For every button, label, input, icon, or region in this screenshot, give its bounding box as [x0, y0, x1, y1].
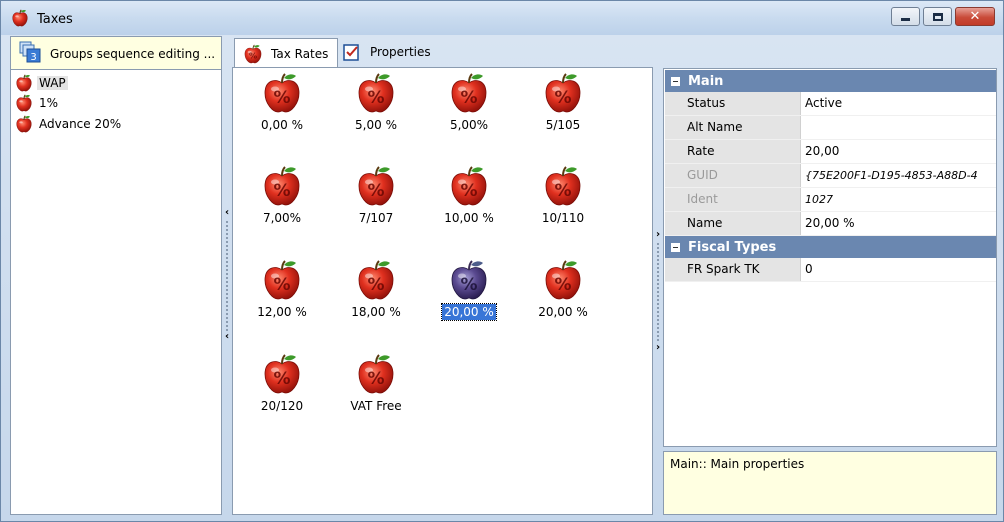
percent-apple-icon: [543, 259, 583, 301]
title-bar[interactable]: Taxes ✕: [1, 1, 1003, 35]
groups-sequence-label: Groups sequence editing ...: [50, 47, 216, 61]
tax-rate-tile[interactable]: 5,00 %: [329, 70, 419, 140]
tree-item-1-percent[interactable]: 1%: [15, 94, 60, 112]
groups-tree: WAP 1% Advance 20%: [10, 69, 222, 515]
property-help-panel: Main:: Main properties: [663, 451, 997, 515]
minimize-button[interactable]: [891, 7, 920, 26]
close-icon: ✕: [969, 9, 981, 24]
percent-apple-icon: [262, 165, 302, 207]
collapse-left-arrow-icon[interactable]: ‹: [223, 207, 231, 219]
category-fiscal-types[interactable]: Fiscal Types: [665, 236, 996, 258]
tax-rates-view: 0,00 % 5,00 % 5,00% 5/105 7,00% 7/107 10…: [232, 67, 653, 515]
apple-icon: [15, 115, 33, 133]
percent-apple-icon: [262, 72, 302, 114]
tab-tax-rates[interactable]: Tax Rates: [234, 38, 338, 68]
percent-apple-icon: [543, 72, 583, 114]
expand-right-arrow-icon-2[interactable]: ›: [654, 342, 662, 354]
minimize-icon: [901, 18, 910, 21]
expand-right-arrow-icon[interactable]: ›: [654, 229, 662, 241]
apple-icon: [15, 94, 33, 112]
percent-apple-icon: [449, 72, 489, 114]
taxes-window: Taxes ✕ 3 Groups sequence editing ... WA…: [0, 0, 1004, 522]
right-splitter[interactable]: › ›: [653, 69, 663, 515]
collapse-minus-icon[interactable]: [671, 76, 680, 86]
tax-rate-tile[interactable]: 5,00%: [422, 70, 512, 140]
splitter-grip: [657, 243, 659, 341]
property-grid: Main Status Active Alt Name Rate 20,00 G…: [663, 68, 997, 447]
property-row-ident[interactable]: Ident 1027: [665, 188, 996, 212]
tax-rate-tile-selected[interactable]: 20,00 %: [422, 257, 512, 327]
percent-apple-selected-icon: [449, 259, 489, 301]
percent-apple-icon: [449, 165, 489, 207]
collapse-left-arrow-icon-2[interactable]: ‹: [223, 331, 231, 343]
groups-sequence-icon: 3: [19, 41, 41, 63]
maximize-icon: [932, 12, 943, 21]
tax-rate-tile[interactable]: 12,00 %: [235, 257, 325, 327]
property-row-status[interactable]: Status Active: [665, 92, 996, 116]
property-row-alt-name[interactable]: Alt Name: [665, 116, 996, 140]
percent-apple-icon: [356, 353, 396, 395]
property-row-guid[interactable]: GUID {75E200F1-D195-4853-A88D-4: [665, 164, 996, 188]
collapse-minus-icon[interactable]: [671, 242, 680, 252]
percent-apple-icon: [543, 165, 583, 207]
percent-apple-icon: [262, 353, 302, 395]
percent-apple-icon: [243, 44, 263, 64]
property-row-rate[interactable]: Rate 20,00: [665, 140, 996, 164]
tax-rate-tile[interactable]: 20/120: [235, 351, 325, 421]
tab-properties[interactable]: Properties: [340, 38, 440, 66]
window-title: Taxes: [37, 12, 73, 27]
apple-icon: [15, 74, 33, 92]
close-button[interactable]: ✕: [955, 7, 995, 26]
percent-apple-icon: [356, 165, 396, 207]
category-main[interactable]: Main: [665, 70, 996, 92]
tax-rate-tile[interactable]: 18,00 %: [329, 257, 419, 327]
tax-rate-tile[interactable]: 5/105: [516, 70, 606, 140]
properties-checklist-icon: [343, 44, 359, 61]
tax-rate-tile[interactable]: 0,00 %: [235, 70, 325, 140]
help-text: Main:: Main properties: [670, 457, 805, 471]
tax-rate-tile[interactable]: 10/110: [516, 163, 606, 233]
percent-apple-icon: [356, 259, 396, 301]
tax-rate-tile[interactable]: 7,00%: [235, 163, 325, 233]
tax-rate-tile[interactable]: VAT Free: [329, 351, 419, 421]
property-row-name[interactable]: Name 20,00 %: [665, 212, 996, 236]
groups-sequence-editing-button[interactable]: 3 Groups sequence editing ...: [10, 36, 222, 69]
svg-text:3: 3: [30, 52, 36, 63]
left-splitter[interactable]: ‹ ‹: [222, 69, 232, 515]
apple-app-icon: [11, 9, 29, 27]
percent-apple-icon: [262, 259, 302, 301]
tree-item-wap[interactable]: WAP: [15, 74, 68, 92]
tree-item-advance-20[interactable]: Advance 20%: [15, 115, 123, 133]
tax-rate-tile[interactable]: 20,00 %: [516, 257, 606, 327]
maximize-button[interactable]: [923, 7, 952, 26]
splitter-grip: [226, 221, 228, 331]
tax-rate-tile[interactable]: 10,00 %: [422, 163, 512, 233]
tax-rate-tile[interactable]: 7/107: [329, 163, 419, 233]
percent-apple-icon: [356, 72, 396, 114]
property-row-fr-spark-tk[interactable]: FR Spark TK 0: [665, 258, 996, 282]
